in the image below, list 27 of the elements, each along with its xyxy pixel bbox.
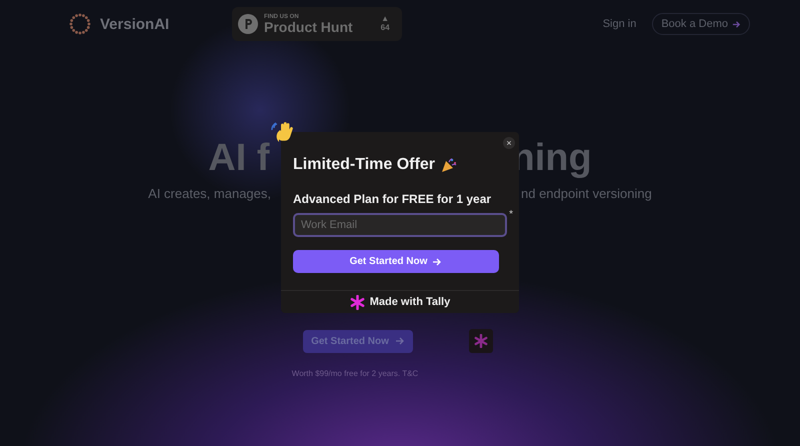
party-popper-icon [440, 157, 457, 173]
offer-note: Worth $99/mo free for 2 years. T&C [292, 369, 418, 378]
email-field[interactable]: Work Email [293, 213, 507, 237]
hero-subtitle: nd endpoint versioning [521, 186, 652, 201]
logo-text: VersionAI [100, 16, 170, 32]
submit-button[interactable]: Get Started Now [293, 250, 499, 273]
book-demo-button[interactable]: Book a Demo [652, 13, 750, 35]
product-hunt-icon [238, 14, 258, 34]
upvote-arrow: ▲ [381, 15, 390, 24]
asterisk-icon [350, 294, 365, 310]
dialog-title: Limited-Time Offer [293, 156, 435, 174]
hero-title: AI f [208, 136, 270, 180]
get-started-button[interactable]: Get Started Now [303, 330, 413, 352]
logo-icon [68, 12, 92, 36]
arrow-icon [732, 20, 741, 28]
question-label: Advanced Plan for FREE for 1 year [293, 192, 492, 206]
hero-subtitle: AI creates, manages, [148, 186, 271, 201]
close-button[interactable]: × [503, 137, 515, 149]
required-mark: * [509, 209, 513, 220]
made-with-tally-link[interactable]: Made with Tally [281, 290, 519, 313]
upvote-count: 64 [380, 24, 390, 33]
asterisk-icon [474, 334, 488, 348]
arrow-icon [394, 336, 405, 346]
tally-launcher-button[interactable] [468, 329, 493, 353]
badge-name: Product Hunt [264, 20, 353, 34]
arrow-icon [432, 256, 442, 266]
sign-in-link[interactable]: Sign in [602, 18, 636, 30]
